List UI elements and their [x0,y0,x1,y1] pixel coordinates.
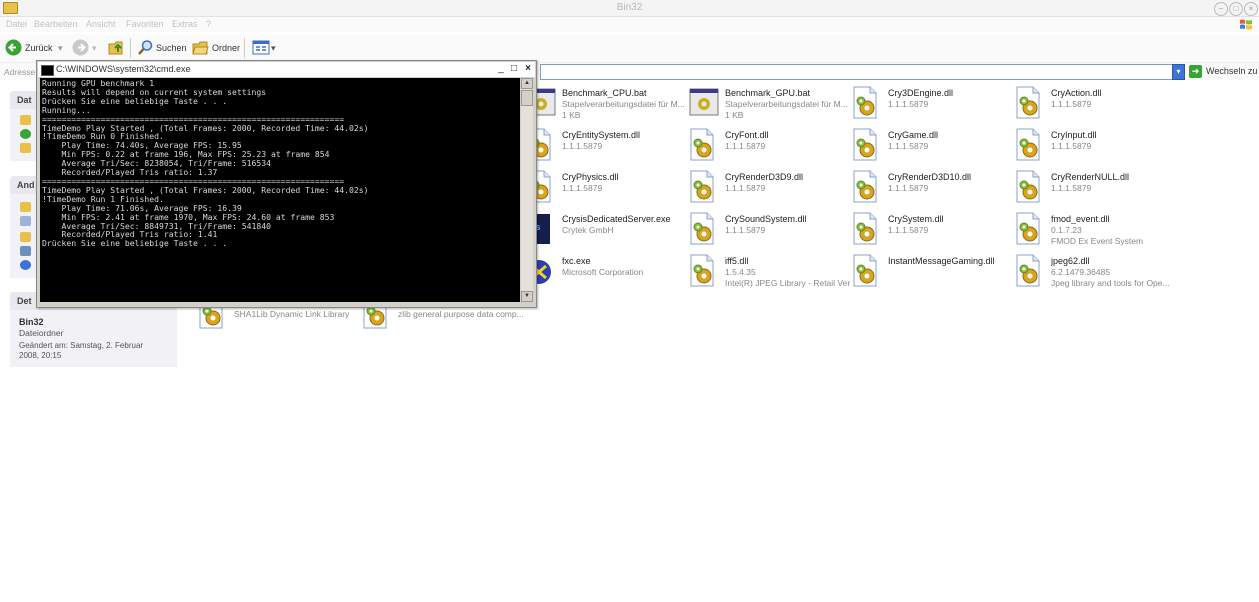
file-name: CryFont.dll [725,130,769,140]
console-output: Running GPU benchmark 1 Results will dep… [42,79,368,248]
file-name: CryAction.dll [1051,88,1102,98]
file-item[interactable]: CryRenderNULL.dll 1.1.1.5879 [1015,170,1175,212]
console-scrollbar[interactable]: ▲ ▼ [521,78,533,302]
file-item[interactable]: sisCrysisDedicatedServer.exeCrytek GmbH [526,212,686,254]
file-detail: 1.5.4.35 [725,267,756,277]
file-name: CrySoundSystem.dll [725,214,807,224]
file-detail: SHA1Lib Dynamic Link Library [234,309,350,319]
file-name: fxc.exe [562,256,591,266]
scroll-down-button[interactable]: ▼ [521,291,533,302]
console-line: Drücken Sie eine beliebige Taste . . . [42,238,228,249]
file-name: CryEntitySystem.dll [562,130,641,140]
file-name: CryRenderD3D9.dll [725,172,804,182]
file-detail: 0.1.7.23 [1051,225,1082,235]
dll-file-icon [1015,128,1045,162]
file-detail: Stapelverarbeitungsdatei für M... [562,99,685,109]
dll-file-icon [1015,86,1045,120]
file-detail: Stapelverarbeitungsdatei für M... [725,99,848,109]
console-window[interactable]: C:\WINDOWS\system32\cmd.exe _ □ × Runnin… [36,60,537,308]
console-icon [41,65,54,76]
console-close-button[interactable]: × [522,63,534,75]
file-name: CryPhysics.dll [562,172,619,182]
file-name: Cry3DEngine.dll [888,88,954,98]
dll-file-icon [689,128,719,162]
file-detail: 1.1.1.5879 [725,141,766,151]
file-item[interactable]: Benchmark_GPU.bat Stapelverarbeitungsdate… [689,86,849,128]
file-name: fmod_event.dll [1051,214,1110,224]
dll-file-icon [1015,212,1045,246]
file-detail: 1.1.1.5879 [562,183,603,193]
dll-file-icon [689,254,719,288]
file-item[interactable]: CryGame.dll 1.1.1.5879 [852,128,1012,170]
file-item[interactable]: CryEntitySystem.dll 1.1.1.5879 [526,128,686,170]
file-detail: Intel(R) JPEG Library - Retail Ver... [725,278,850,288]
file-detail: 1.1.1.5879 [1051,183,1092,193]
dll-file-icon [1015,170,1045,204]
scroll-thumb[interactable] [521,90,533,106]
console-output-area[interactable]: Running GPU benchmark 1 Results will dep… [40,78,520,302]
dll-file-icon [689,212,719,246]
file-name: CrysisDedicatedServer.exe [562,214,671,224]
file-item[interactable]: InstantMessageGaming.dll [852,254,1012,296]
dll-file-icon [689,170,719,204]
file-detail: 1.1.1.5879 [888,141,929,151]
file-item[interactable]: CryInput.dll 1.1.1.5879 [1015,128,1175,170]
file-item[interactable]: iff5.dll 1.5.4.35 Intel(R) JPEG Library - … [689,254,850,296]
file-detail: 1.1.1.5879 [725,225,766,235]
console-title: C:\WINDOWS\system32\cmd.exe [56,64,191,74]
file-detail: Microsoft Corporation [562,267,644,277]
file-item[interactable]: CrySoundSystem.dll 1.1.1.5879 [689,212,849,254]
scroll-up-button[interactable]: ▲ [521,78,533,89]
file-item[interactable]: CryPhysics.dll 1.1.1.5879 [526,170,686,212]
file-detail: 1.1.1.5879 [1051,99,1092,109]
batch-file-icon [689,86,719,120]
file-item[interactable]: Cry3DEngine.dll 1.1.1.5879 [852,86,1012,128]
file-name: CrySystem.dll [888,214,944,224]
file-detail: 1.1.1.5879 [562,141,603,151]
file-detail: 1 KB [562,110,581,120]
dll-file-icon [852,170,882,204]
file-item[interactable]: fmod_event.dll 0.1.7.23 FMOD Ex Event Syst… [1015,212,1175,254]
file-detail: 1 KB [725,110,744,120]
dll-file-icon [1015,254,1045,288]
file-name: iff5.dll [725,256,749,266]
file-detail: 6.2.1479.36485 [1051,267,1111,277]
file-item[interactable]: CrySystem.dll 1.1.1.5879 [852,212,1012,254]
file-name: Benchmark_CPU.bat [562,88,647,98]
file-item[interactable]: fxc.exe Microsoft Corporation [526,254,686,296]
file-detail: FMOD Ex Event System [1051,236,1144,246]
file-name: jpeg62.dll [1051,256,1090,266]
dll-file-icon [852,86,882,120]
file-name: InstantMessageGaming.dll [888,256,995,266]
dll-file-icon [852,212,882,246]
file-item[interactable]: CryRenderD3D10.dll 1.1.1.5879 [852,170,1012,212]
dll-file-icon [852,128,882,162]
file-detail: Crytek GmbH [562,225,614,235]
file-detail: 1.1.1.5879 [888,225,929,235]
file-detail: Jpeg library and tools for Ope... [1051,278,1170,288]
file-name: CryRenderD3D10.dll [888,172,972,182]
dll-file-icon [852,254,882,288]
file-item[interactable]: Benchmark_CPU.bat Stapelverarbeitungsdate… [526,86,686,128]
file-detail: 1.1.1.5879 [1051,141,1092,151]
file-detail: 1.1.1.5879 [888,99,929,109]
file-item[interactable]: CryRenderD3D9.dll 1.1.1.5879 [689,170,849,212]
file-detail: zlib general purpose data comp... [398,309,523,319]
file-name: CryInput.dll [1051,130,1097,140]
file-name: Benchmark_GPU.bat [725,88,811,98]
file-detail: 1.1.1.5879 [888,183,929,193]
file-detail: 1.1.1.5879 [725,183,766,193]
console-title-bar[interactable]: C:\WINDOWS\system32\cmd.exe _ □ × [38,62,535,77]
file-item[interactable]: CryAction.dll 1.1.1.5879 [1015,86,1175,128]
file-item[interactable]: jpeg62.dll 6.2.1479.36485 Jpeg library and… [1015,254,1175,296]
console-minimize-button[interactable]: _ [495,63,507,75]
file-name: CryGame.dll [888,130,939,140]
console-maximize-button[interactable]: □ [508,63,520,75]
file-name: CryRenderNULL.dll [1051,172,1130,182]
file-item[interactable]: CryFont.dll 1.1.1.5879 [689,128,849,170]
